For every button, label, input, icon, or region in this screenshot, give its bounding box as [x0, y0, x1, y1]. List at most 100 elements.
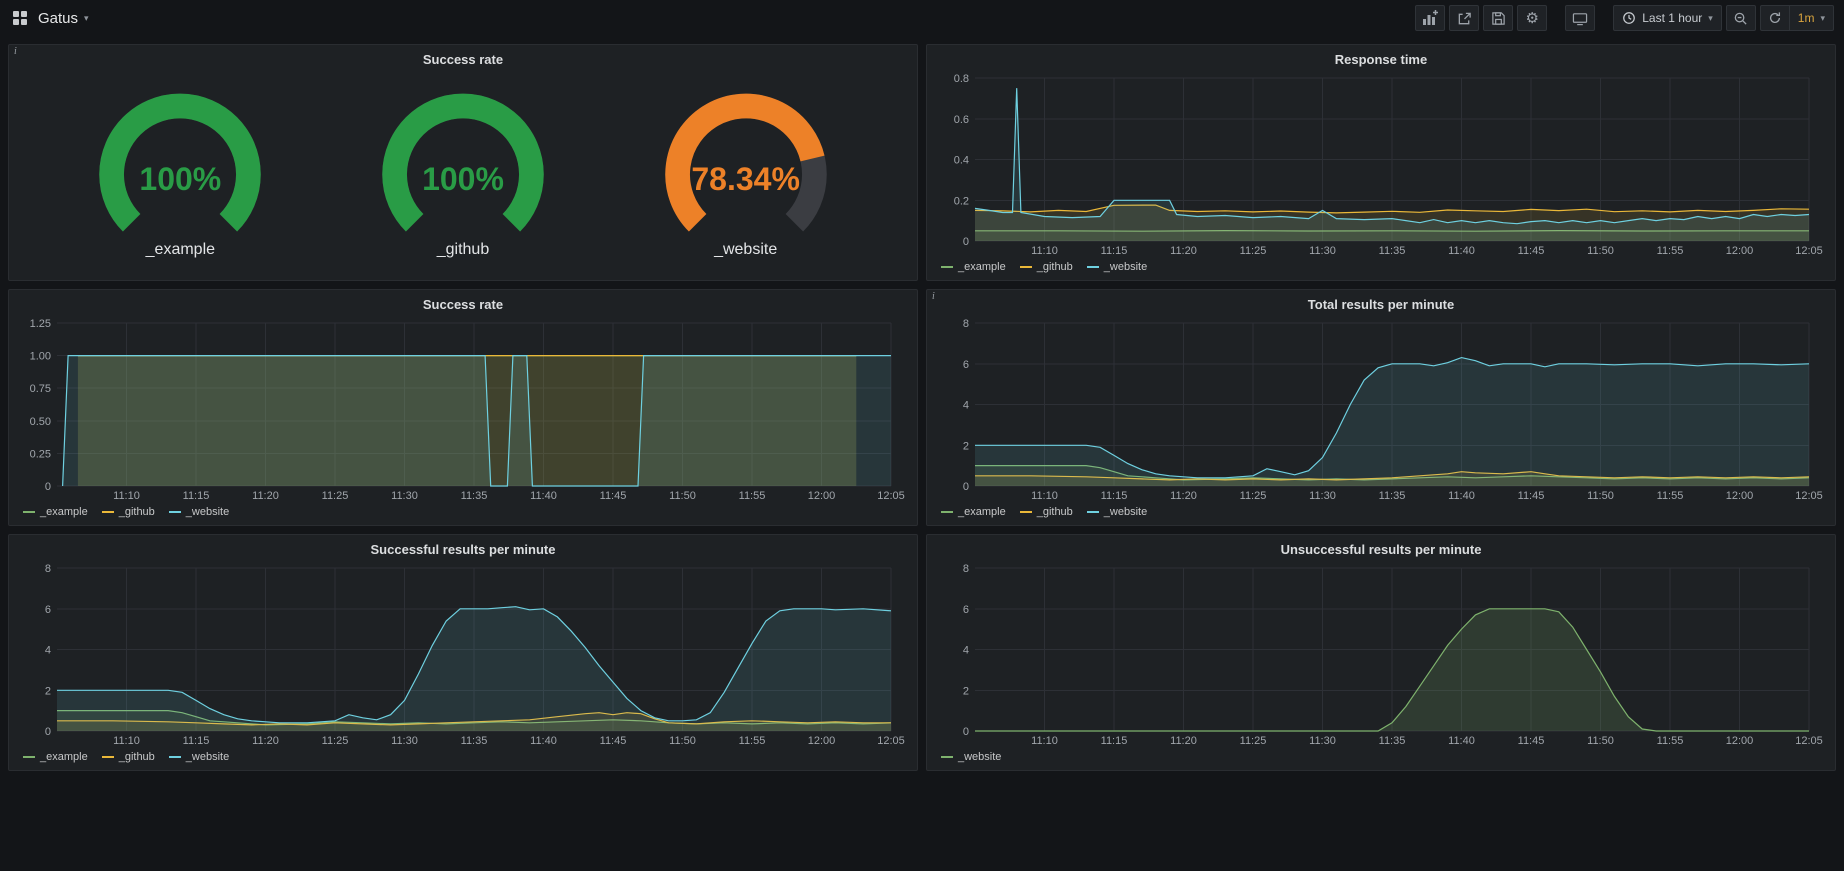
- y-tick-label: 1.00: [30, 351, 51, 363]
- x-tick-label: 11:50: [1587, 245, 1614, 257]
- y-tick-label: 6: [45, 604, 51, 616]
- x-tick-label: 11:30: [391, 735, 418, 747]
- panel-title[interactable]: Unsuccessful results per minute: [937, 537, 1825, 560]
- legend-color-swatch: [1087, 266, 1099, 268]
- refresh-interval-button[interactable]: 1m ▾: [1789, 5, 1834, 31]
- y-tick-label: 0.75: [30, 383, 51, 395]
- chart-svg: 0246811:1011:1511:2011:2511:3011:3511:40…: [937, 315, 1825, 503]
- refresh-icon: [1768, 11, 1782, 25]
- legend-item-_example[interactable]: _example: [23, 506, 88, 518]
- zoom-out-button[interactable]: [1726, 5, 1756, 31]
- settings-button[interactable]: ⚙: [1517, 5, 1547, 31]
- y-tick-label: 2: [963, 685, 969, 697]
- x-tick-label: 11:20: [252, 490, 279, 502]
- chart-legend: _example _github _website: [19, 503, 907, 521]
- legend-item-_website[interactable]: _website: [169, 751, 229, 763]
- legend-color-swatch: [1087, 511, 1099, 513]
- y-tick-label: 2: [45, 685, 51, 697]
- x-tick-label: 11:40: [1448, 245, 1475, 257]
- panel-title[interactable]: Total results per minute: [937, 292, 1825, 315]
- x-tick-label: 11:45: [1518, 490, 1545, 502]
- dashboards-grid-icon[interactable]: [10, 8, 30, 28]
- panel-success-rate-gauges: i Success rate 100% _example 100% _githu…: [8, 44, 918, 281]
- x-tick-label: 11:10: [1031, 245, 1058, 257]
- panel-success-rate-timeseries: Success rate 00.250.500.751.001.2511:101…: [8, 289, 918, 526]
- legend-item-_github[interactable]: _github: [102, 751, 155, 763]
- legend-item-_example[interactable]: _example: [941, 261, 1006, 273]
- x-tick-label: 12:05: [877, 735, 905, 747]
- success-rate-chart[interactable]: 00.250.500.751.001.2511:1011:1511:2011:2…: [19, 315, 907, 503]
- dashboard-grid: i Success rate 100% _example 100% _githu…: [0, 36, 1844, 779]
- panel-unsuccessful-results: Unsuccessful results per minute 0246811:…: [926, 534, 1836, 771]
- x-tick-label: 11:10: [1031, 490, 1058, 502]
- add-panel-button[interactable]: [1415, 5, 1445, 31]
- x-tick-label: 11:20: [1170, 735, 1197, 747]
- navbar: Gatus ▾ ⚙ Last 1 hour ▾: [0, 0, 1844, 36]
- x-tick-label: 11:10: [1031, 735, 1058, 747]
- legend-item-_example[interactable]: _example: [941, 506, 1006, 518]
- share-button[interactable]: [1449, 5, 1479, 31]
- panel-info-icon[interactable]: i: [14, 46, 17, 57]
- panel-title[interactable]: Response time: [937, 47, 1825, 70]
- response-time-chart[interactable]: 00.20.40.60.811:1011:1511:2011:2511:3011…: [937, 70, 1825, 258]
- y-tick-label: 0.2: [954, 195, 969, 207]
- add-panel-icon: [1422, 10, 1438, 26]
- x-tick-label: 12:05: [1795, 245, 1823, 257]
- refresh-interval-label: 1m: [1798, 11, 1815, 25]
- x-tick-label: 11:20: [1170, 490, 1197, 502]
- dashboard-title-button[interactable]: Gatus ▾: [38, 10, 89, 27]
- refresh-button[interactable]: [1760, 5, 1790, 31]
- chart-legend: _website: [937, 748, 1825, 766]
- y-tick-label: 8: [45, 563, 51, 575]
- x-tick-label: 11:15: [1101, 735, 1128, 747]
- x-tick-label: 11:25: [322, 735, 349, 747]
- cycle-view-button[interactable]: [1565, 5, 1595, 31]
- x-tick-label: 11:25: [322, 490, 349, 502]
- time-range-button[interactable]: Last 1 hour ▾: [1613, 5, 1722, 31]
- clock-icon: [1622, 11, 1636, 25]
- successful-results-chart[interactable]: 0246811:1011:1511:2011:2511:3011:3511:40…: [19, 560, 907, 748]
- legend-item-_github[interactable]: _github: [1020, 506, 1073, 518]
- x-tick-label: 11:20: [252, 735, 279, 747]
- x-tick-label: 11:15: [1101, 245, 1128, 257]
- total-results-chart[interactable]: 0246811:1011:1511:2011:2511:3011:3511:40…: [937, 315, 1825, 503]
- unsuccessful-results-chart[interactable]: 0246811:1011:1511:2011:2511:3011:3511:40…: [937, 560, 1825, 748]
- legend-item-_website[interactable]: _website: [941, 751, 1001, 763]
- legend-item-_github[interactable]: _github: [102, 506, 155, 518]
- x-tick-label: 12:00: [1726, 735, 1754, 747]
- x-tick-label: 11:20: [1170, 245, 1197, 257]
- panel-info-icon[interactable]: i: [932, 291, 935, 302]
- legend-item-_website[interactable]: _website: [169, 506, 229, 518]
- y-tick-label: 1.25: [30, 318, 51, 330]
- legend-item-_github[interactable]: _github: [1020, 261, 1073, 273]
- legend-color-swatch: [1020, 511, 1032, 513]
- gauge-value: 100%: [349, 161, 577, 198]
- tv-monitor-icon: [1572, 11, 1588, 26]
- x-tick-label: 11:40: [530, 735, 557, 747]
- legend-item-_example[interactable]: _example: [23, 751, 88, 763]
- caret-down-icon: ▾: [1820, 14, 1825, 23]
- y-tick-label: 0.4: [954, 155, 969, 167]
- y-tick-label: 8: [963, 563, 969, 575]
- x-tick-label: 11:25: [1240, 245, 1267, 257]
- legend-item-_website[interactable]: _website: [1087, 506, 1147, 518]
- x-tick-label: 11:50: [1587, 490, 1614, 502]
- x-tick-label: 11:35: [1379, 490, 1406, 502]
- series-area-_website: [57, 607, 891, 731]
- y-tick-label: 0.8: [954, 73, 969, 85]
- series-area-_website: [975, 358, 1809, 486]
- x-tick-label: 12:05: [877, 490, 905, 502]
- legend-item-_website[interactable]: _website: [1087, 261, 1147, 273]
- dashboard-title: Gatus: [38, 10, 78, 27]
- x-tick-label: 11:55: [739, 735, 766, 747]
- panel-title[interactable]: Successful results per minute: [19, 537, 907, 560]
- navbar-left: Gatus ▾: [10, 8, 89, 28]
- share-icon: [1457, 11, 1472, 26]
- save-button[interactable]: [1483, 5, 1513, 31]
- gauge-example: 100% _example: [66, 87, 294, 259]
- chart-svg: 00.250.500.751.001.2511:1011:1511:2011:2…: [19, 315, 907, 503]
- panel-title[interactable]: Success rate: [19, 292, 907, 315]
- panel-title[interactable]: Success rate: [19, 47, 907, 70]
- legend-color-swatch: [23, 756, 35, 758]
- y-tick-label: 2: [963, 440, 969, 452]
